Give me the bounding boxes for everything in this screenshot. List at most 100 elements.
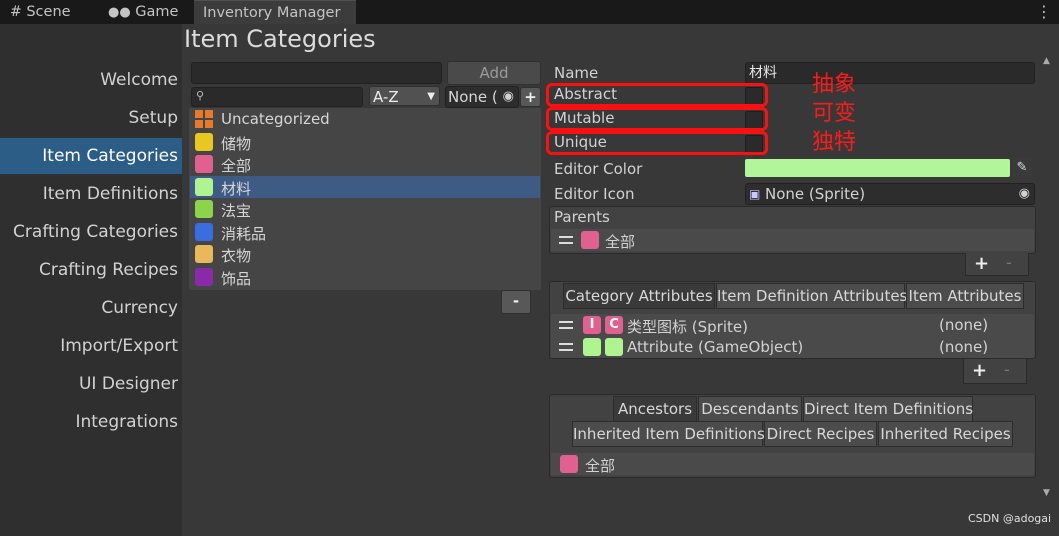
tab-category-attributes[interactable]: Category Attributes [563, 283, 715, 309]
tab-inventory-manager[interactable]: Inventory Manager [194, 0, 356, 24]
annotation-line-unique: 独特 [812, 130, 857, 155]
remove-category-button[interactable]: - [501, 290, 531, 314]
sidebar-item-setup[interactable]: Setup [0, 100, 182, 136]
attribute-name: Attribute (GameObject) [627, 338, 804, 356]
search-icon: ⚲ [196, 89, 205, 102]
list-item-label: 法宝 [221, 202, 252, 220]
color-swatch [195, 245, 213, 263]
window-tab-bar: # Scene ●● Game Inventory Manager ⋮ [0, 0, 1059, 24]
sort-dropdown[interactable]: A-Z ▼ [369, 86, 440, 106]
sidebar-item-welcome[interactable]: Welcome [0, 62, 182, 98]
eyedropper-icon[interactable]: ✎ [1012, 158, 1032, 178]
editor-icon-value: None (Sprite) [765, 185, 866, 203]
sidebar-item-label: Import/Export [60, 336, 178, 356]
parent-row[interactable]: 全部 [551, 229, 1034, 251]
list-item[interactable]: 消耗品 [190, 221, 540, 243]
remove-attribute-button[interactable]: - [1004, 360, 1010, 379]
remove-parent-button[interactable]: - [1006, 253, 1012, 272]
list-item-label: 消耗品 [221, 225, 267, 243]
list-item[interactable]: 饰品 [190, 266, 540, 288]
tab-descendants[interactable]: Descendants [698, 396, 802, 422]
attribute-badge [605, 338, 623, 356]
sidebar-item-label: Item Definitions [42, 184, 178, 204]
page-title: Item Categories [184, 25, 376, 53]
editor-color-field[interactable] [745, 159, 1010, 177]
add-attribute-button[interactable]: + [972, 360, 987, 381]
color-swatch [195, 178, 213, 196]
sidebar-item-item-definitions[interactable]: Item Definitions [0, 176, 182, 212]
new-category-name-input[interactable] [191, 62, 442, 84]
parents-label: Parents [554, 208, 610, 226]
relation-row[interactable]: 全部 [551, 453, 1034, 475]
annotation-box-mutable [546, 107, 768, 131]
tab-item-attributes[interactable]: Item Attributes [906, 283, 1024, 309]
list-item-label: 全部 [221, 157, 252, 175]
attribute-badge [583, 338, 601, 356]
list-item-selected[interactable]: 材料 [190, 176, 540, 198]
search-input[interactable]: ⚲ [191, 87, 363, 107]
sidebar-item-ui-designer[interactable]: UI Designer [0, 366, 182, 402]
tab-scene[interactable]: # Scene [10, 0, 71, 24]
tab-ancestors[interactable]: Ancestors [613, 396, 697, 422]
drag-handle-icon[interactable] [559, 321, 573, 329]
attribute-row[interactable]: I C 类型图标 (Sprite) (none) [551, 314, 1034, 336]
sidebar-item-label: UI Designer [78, 374, 178, 394]
editor-icon-label: Editor Icon [554, 185, 635, 203]
list-item-uncategorized[interactable]: Uncategorized [190, 108, 540, 130]
list-item[interactable]: 衣物 [190, 243, 540, 265]
scroll-down-icon[interactable]: ▼ [1043, 488, 1050, 498]
annotation-line-abstract: 抽象 [812, 72, 857, 97]
tab-inherited-item-definitions[interactable]: Inherited Item Definitions [572, 421, 765, 447]
tab-scene-label: Scene [26, 4, 71, 20]
list-item[interactable]: 储物 [190, 131, 540, 153]
sort-value: A-Z [373, 88, 399, 106]
watermark: CSDN @adogai [968, 512, 1052, 525]
list-item[interactable]: 全部 [190, 153, 540, 175]
sidebar-item-label: Item Categories [42, 146, 178, 166]
editor-icon-field[interactable]: ▣ None (Sprite) ◉ [745, 183, 1035, 205]
name-label: Name [554, 64, 599, 82]
tab-direct-item-definitions[interactable]: Direct Item Definitions [803, 396, 973, 422]
tab-game[interactable]: ●● Game [108, 0, 178, 24]
sidebar-item-crafting-recipes[interactable]: Crafting Recipes [0, 252, 182, 288]
sidebar-item-crafting-categories[interactable]: Crafting Categories [0, 214, 182, 250]
sidebar-item-item-categories[interactable]: Item Categories [0, 138, 182, 174]
sidebar: Welcome Setup Item Categories Item Defin… [0, 24, 182, 536]
color-swatch [560, 455, 578, 473]
editor-color-label: Editor Color [554, 160, 643, 178]
name-input[interactable]: 材料 [745, 62, 1035, 84]
list-item[interactable]: 法宝 [190, 198, 540, 220]
object-picker-icon[interactable]: ◉ [1019, 184, 1030, 204]
list-item-label: Uncategorized [221, 110, 330, 128]
sidebar-item-integrations[interactable]: Integrations [0, 404, 182, 440]
filter-object-field[interactable]: None ( ◉ [445, 86, 519, 108]
attribute-badge-c: C [605, 316, 623, 334]
more-options-icon[interactable]: ⋮ [1036, 0, 1052, 24]
sidebar-item-currency[interactable]: Currency [0, 290, 182, 326]
sidebar-item-import-export[interactable]: Import/Export [0, 328, 182, 364]
object-picker-icon[interactable]: ◉ [503, 87, 514, 107]
drag-handle-icon[interactable] [559, 343, 573, 351]
add-category-button[interactable]: Add [447, 61, 541, 85]
sidebar-item-label: Integrations [75, 412, 178, 432]
tab-direct-recipes[interactable]: Direct Recipes [764, 421, 877, 447]
tab-inventory-manager-label: Inventory Manager [203, 5, 341, 21]
add-parent-button[interactable]: + [974, 253, 989, 274]
attributes-panel: Category Attributes Item Definition Attr… [549, 281, 1036, 359]
scroll-up-icon[interactable]: ▲ [1043, 56, 1050, 66]
attribute-row[interactable]: Attribute (GameObject) (none) [551, 336, 1034, 358]
color-swatch [195, 268, 213, 286]
tab-inherited-recipes[interactable]: Inherited Recipes [878, 421, 1013, 447]
color-swatch [195, 223, 213, 241]
color-swatch [581, 231, 599, 249]
tab-item-definition-attributes[interactable]: Item Definition Attributes [716, 283, 907, 309]
vertical-scrollbar[interactable]: ▲ ▼ [1040, 56, 1058, 502]
parents-footer: + - [965, 253, 1029, 276]
add-filter-button[interactable]: + [520, 87, 541, 107]
drag-handle-icon[interactable] [559, 236, 573, 244]
gamepad-icon: ●● [108, 5, 131, 20]
parents-panel: Parents 全部 [549, 206, 1036, 254]
attribute-value: (none) [939, 338, 989, 356]
sidebar-item-label: Crafting Recipes [38, 260, 178, 280]
annotation-text: 抽象 可变 独特 [812, 70, 856, 157]
